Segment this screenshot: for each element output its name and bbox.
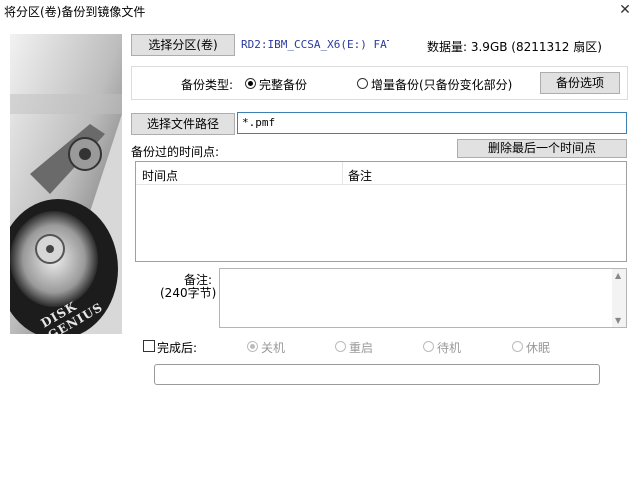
full-backup-radio[interactable] <box>245 78 256 89</box>
column-divider[interactable] <box>342 162 343 184</box>
shutdown-label[interactable]: 关机 <box>261 339 285 356</box>
select-partition-button[interactable]: 选择分区(卷) <box>131 34 235 56</box>
disk-genius-banner: DISK GENIUS <box>10 34 122 334</box>
restart-label[interactable]: 重启 <box>349 339 373 356</box>
scroll-down-icon[interactable]: ▼ <box>615 316 621 325</box>
standby-radio[interactable] <box>423 341 434 352</box>
incremental-backup-label[interactable]: 增量备份(只备份变化部分) <box>371 76 512 93</box>
after-completion-label[interactable]: 完成后: <box>157 339 197 356</box>
timepoints-table[interactable]: 时间点 备注 <box>135 161 627 262</box>
note-size-label: (240字节) <box>160 286 217 300</box>
backup-options-button[interactable]: 备份选项 <box>540 72 620 94</box>
data-size-text: 数据量: 3.9GB (8211312 扇区) <box>427 40 602 54</box>
hibernate-label[interactable]: 休眠 <box>526 339 550 356</box>
column-header-note[interactable]: 备注 <box>348 167 372 184</box>
note-textarea[interactable]: ▲ ▼ <box>219 268 627 328</box>
partition-name: RD2:IBM_CCSA_X6(E:) FAT <box>241 38 389 51</box>
file-path-input[interactable]: *.pmf <box>237 112 627 134</box>
standby-label[interactable]: 待机 <box>437 339 461 356</box>
timepoints-label: 备份过的时间点: <box>131 145 220 159</box>
select-path-button[interactable]: 选择文件路径 <box>131 113 235 135</box>
scroll-up-icon[interactable]: ▲ <box>615 271 621 280</box>
full-backup-label[interactable]: 完整备份 <box>259 76 307 93</box>
progress-bar <box>154 364 600 385</box>
restart-radio[interactable] <box>335 341 346 352</box>
incremental-backup-radio[interactable] <box>357 78 368 89</box>
window-title: 将分区(卷)备份到镜像文件 <box>4 5 146 19</box>
shutdown-radio[interactable] <box>247 341 258 352</box>
note-scrollbar[interactable]: ▲ ▼ <box>612 269 626 327</box>
delete-last-timepoint-button[interactable]: 删除最后一个时间点 <box>457 139 627 158</box>
after-completion-checkbox[interactable] <box>143 340 155 352</box>
column-header-timepoint[interactable]: 时间点 <box>142 167 342 184</box>
backup-type-label: 备份类型: <box>181 78 234 92</box>
hibernate-radio[interactable] <box>512 341 523 352</box>
close-button[interactable]: ✕ <box>616 2 634 18</box>
table-header: 时间点 备注 <box>136 162 626 185</box>
file-path-value: *.pmf <box>242 116 276 129</box>
